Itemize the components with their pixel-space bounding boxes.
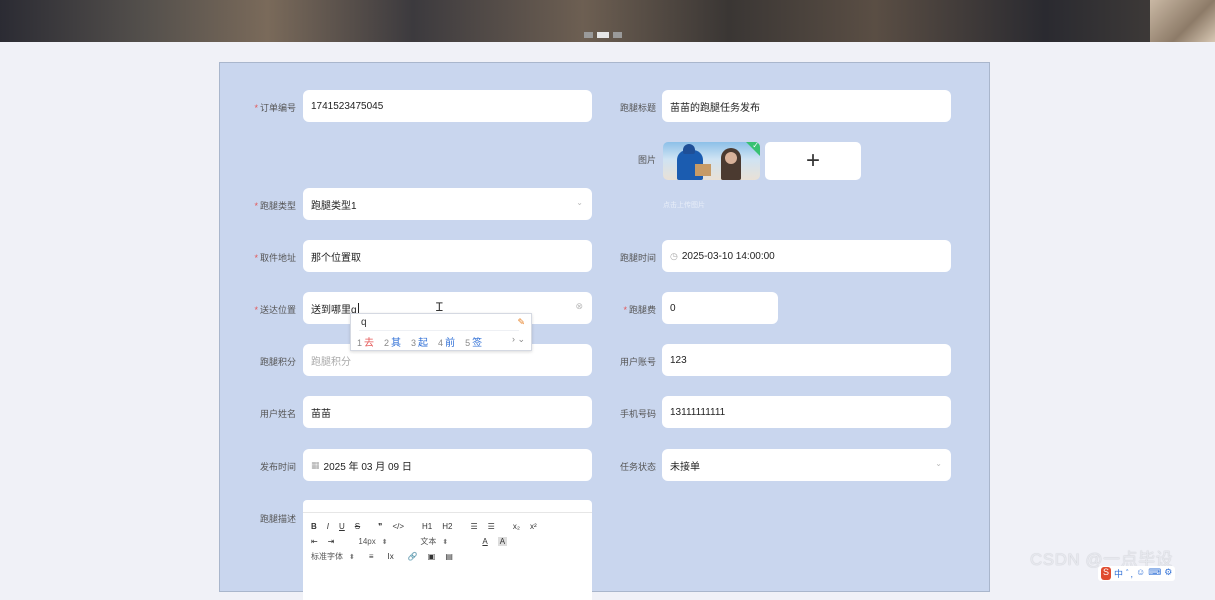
link-icon[interactable]: 🔗 <box>408 552 418 561</box>
font-color-icon[interactable]: A <box>482 537 487 546</box>
h2-button[interactable]: H2 <box>442 522 452 531</box>
task-status-select[interactable]: 未接单 ⌄ <box>662 449 951 481</box>
outdent-icon[interactable]: ⇤ <box>311 537 318 546</box>
errand-type-select[interactable]: 跑腿类型1 ⌄ <box>303 188 592 220</box>
upload-add-button[interactable]: + <box>765 142 861 180</box>
description-rich-editor[interactable]: B I U S ❞ </> H1 H2 ☰ ☰ x₂ x² ⇤ ⇥ 14px ⬍ … <box>303 500 592 600</box>
editor-toolbar: B I U S ❞ </> H1 H2 ☰ ☰ x₂ x² ⇤ ⇥ 14px ⬍ … <box>303 512 592 564</box>
quote-button[interactable]: ❞ <box>378 522 382 531</box>
clock-icon: ◷ <box>670 250 678 261</box>
ime-candidate[interactable]: 1去 <box>357 334 374 349</box>
errand-title-field[interactable]: 苗苗的跑腿任务发布 <box>662 90 951 122</box>
uploaded-image-thumbnail[interactable]: ✓ <box>663 142 760 180</box>
mouse-ibeam-cursor: Ɪ <box>436 300 443 314</box>
clear-format-icon[interactable]: Ix <box>388 552 394 561</box>
ime-divider <box>359 330 519 331</box>
select-arrow-icon: ⬍ <box>349 554 355 561</box>
carousel-dot-active[interactable] <box>597 32 609 38</box>
webcam-thumbnail <box>1150 0 1215 42</box>
task-status-label: 任务状态 <box>619 462 656 472</box>
order-no-field[interactable]: 1741523475045 <box>303 90 592 122</box>
bold-button[interactable]: B <box>311 522 317 531</box>
phone-label: 手机号码 <box>619 409 656 419</box>
superscript-button[interactable]: x² <box>530 522 537 531</box>
order-no-label: * 订单编号 <box>254 103 296 113</box>
ime-punct-icon[interactable]: ﾞ, <box>1126 567 1133 580</box>
video-banner <box>0 0 1215 42</box>
h1-button[interactable]: H1 <box>422 522 432 531</box>
text-type-select[interactable]: 文本 ⬍ <box>420 536 462 547</box>
select-arrow-icon: ⬍ <box>442 539 449 546</box>
image-icon[interactable]: ▣ <box>428 552 436 561</box>
user-account-label: 用户账号 <box>619 357 656 367</box>
errand-title-label: 跑腿标题 <box>619 103 656 113</box>
image-content <box>725 152 737 164</box>
bullet-list-icon[interactable]: ☰ <box>488 522 495 531</box>
calendar-icon: ▦ <box>311 459 320 470</box>
ime-keyboard-icon[interactable]: ⌨ <box>1148 567 1161 580</box>
errand-time-picker[interactable]: ◷ 2025-03-10 14:00:00 <box>662 240 951 272</box>
image-content <box>695 164 711 176</box>
ordered-list-icon[interactable]: ☰ <box>471 522 478 531</box>
chevron-down-icon: ⌄ <box>576 198 583 207</box>
image-content <box>683 144 695 154</box>
errand-type-label: * 跑腿类型 <box>254 201 296 211</box>
clear-icon[interactable]: ⊗ <box>575 301 583 312</box>
align-icon[interactable]: ≡ <box>369 552 374 561</box>
publish-time-picker[interactable]: ▦ 2025 年 03 月 09 日 <box>303 449 592 481</box>
errand-time-label: 跑腿时间 <box>619 253 656 263</box>
font-size-select[interactable]: 14px ⬍ <box>358 537 400 546</box>
ime-candidate-window: q ✎ 1去 2其 3起 4前 5签 › ⌄ <box>350 313 532 351</box>
ime-skin-icon[interactable]: ✎ <box>517 317 525 328</box>
strike-button[interactable]: S <box>355 522 360 531</box>
user-account-field[interactable]: 123 <box>662 344 951 376</box>
user-name-label: 用户姓名 <box>259 409 296 419</box>
ime-more-icon[interactable]: › ⌄ <box>512 334 525 345</box>
phone-field[interactable]: 13111111111 <box>662 396 951 428</box>
check-icon: ✓ <box>752 142 759 150</box>
text-caret <box>357 302 359 314</box>
ime-composition: q <box>361 317 367 328</box>
ime-status-bar[interactable]: S 中 ﾞ, ☺ ⌨ ⚙ <box>1098 566 1176 581</box>
pickup-address-label: * 取件地址 <box>254 253 296 263</box>
italic-button[interactable]: I <box>327 522 329 531</box>
code-button[interactable]: </> <box>392 522 404 531</box>
errand-points-label: 跑腿积分 <box>259 357 296 367</box>
background-color-icon[interactable]: A <box>497 537 508 546</box>
subscript-button[interactable]: x₂ <box>513 522 520 531</box>
ime-candidate[interactable]: 4前 <box>438 334 455 349</box>
chevron-down-icon: ⌄ <box>935 459 942 468</box>
ime-candidates: 1去 2其 3起 4前 5签 <box>357 334 482 349</box>
plus-icon: + <box>805 147 820 174</box>
user-name-field[interactable]: 苗苗 <box>303 396 592 428</box>
ime-settings-icon[interactable]: ⚙ <box>1164 567 1172 580</box>
image-label: 图片 <box>637 155 656 165</box>
video-icon[interactable]: ▤ <box>445 552 453 561</box>
select-arrow-icon: ⬍ <box>381 539 388 546</box>
underline-button[interactable]: U <box>339 522 345 531</box>
sogou-logo-icon: S <box>1101 567 1112 580</box>
errand-form: * 订单编号 1741523475045 跑腿标题 苗苗的跑腿任务发布 图片 ✓ … <box>219 62 990 600</box>
publish-time-label: 发布时间 <box>259 462 296 472</box>
ime-candidate[interactable]: 2其 <box>384 334 401 349</box>
ime-emoji-icon[interactable]: ☺ <box>1136 567 1145 580</box>
pickup-address-field[interactable]: 那个位置取 <box>303 240 592 272</box>
errand-fee-label: * 跑腿费 <box>623 305 656 315</box>
ime-candidate[interactable]: 3起 <box>411 334 428 349</box>
description-label: 跑腿描述 <box>259 514 296 524</box>
font-family-select[interactable]: 标准字体 ⬍ <box>311 551 355 562</box>
carousel-dot[interactable] <box>584 32 593 38</box>
carousel-dots[interactable] <box>584 32 622 38</box>
delivery-location-label: * 送达位置 <box>254 305 296 315</box>
indent-icon[interactable]: ⇥ <box>328 537 335 546</box>
upload-hint: 点击上传图片 <box>663 202 705 209</box>
carousel-dot[interactable] <box>613 32 622 38</box>
ime-lang-icon[interactable]: 中 <box>1114 567 1123 580</box>
ime-candidate[interactable]: 5签 <box>465 334 482 349</box>
errand-fee-field[interactable]: 0 <box>662 292 778 324</box>
